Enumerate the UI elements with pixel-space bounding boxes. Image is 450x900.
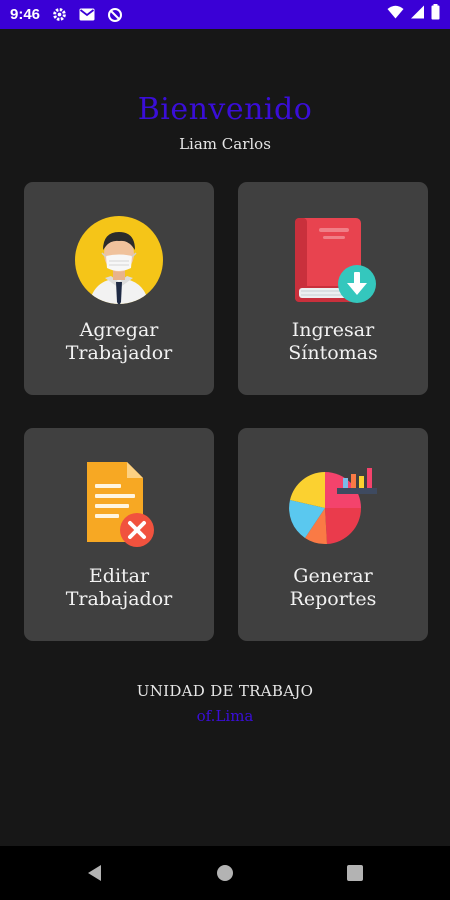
user-name: Liam Carlos bbox=[179, 135, 271, 153]
status-bar: 9:46 bbox=[0, 0, 450, 29]
gmail-icon bbox=[79, 8, 95, 21]
work-unit-value: of.Lima bbox=[196, 707, 254, 725]
worker-avatar-icon bbox=[75, 216, 163, 309]
home-icon bbox=[217, 865, 233, 881]
back-icon bbox=[88, 865, 101, 881]
add-worker-label-line1: Agregar bbox=[79, 319, 159, 341]
edit-worker-label-line1: Editar bbox=[88, 565, 150, 587]
navigation-bar bbox=[0, 846, 450, 900]
pie-chart-icon bbox=[287, 464, 379, 553]
document-delete-icon bbox=[75, 460, 163, 555]
home-button[interactable] bbox=[195, 846, 255, 900]
back-button[interactable] bbox=[65, 846, 125, 900]
signal-icon bbox=[410, 5, 425, 24]
settings-icon bbox=[52, 7, 67, 22]
work-unit-title: UNIDAD DE TRABAJO bbox=[136, 682, 314, 700]
edit-worker-card[interactable]: Editar Trabajador bbox=[24, 428, 214, 641]
generate-reports-label-line1: Generar bbox=[293, 565, 373, 587]
enter-symptoms-label-line2: Síntomas bbox=[288, 342, 378, 364]
enter-symptoms-card[interactable]: Ingresar Síntomas bbox=[238, 182, 428, 395]
edit-worker-label-line2: Trabajador bbox=[65, 588, 173, 610]
generate-reports-card[interactable]: Generar Reportes bbox=[238, 428, 428, 641]
book-download-icon bbox=[289, 216, 377, 309]
wifi-icon bbox=[387, 5, 404, 24]
welcome-title: Bienvenido bbox=[137, 92, 313, 127]
data-saver-icon bbox=[107, 7, 123, 23]
enter-symptoms-label-line1: Ingresar bbox=[291, 319, 375, 341]
add-worker-label-line2: Trabajador bbox=[65, 342, 173, 364]
recents-icon bbox=[347, 865, 363, 881]
add-worker-card[interactable]: Agregar Trabajador bbox=[24, 182, 214, 395]
recents-button[interactable] bbox=[325, 846, 385, 900]
battery-icon bbox=[431, 4, 440, 25]
status-time: 9:46 bbox=[10, 6, 41, 23]
generate-reports-label-line2: Reportes bbox=[289, 588, 377, 610]
